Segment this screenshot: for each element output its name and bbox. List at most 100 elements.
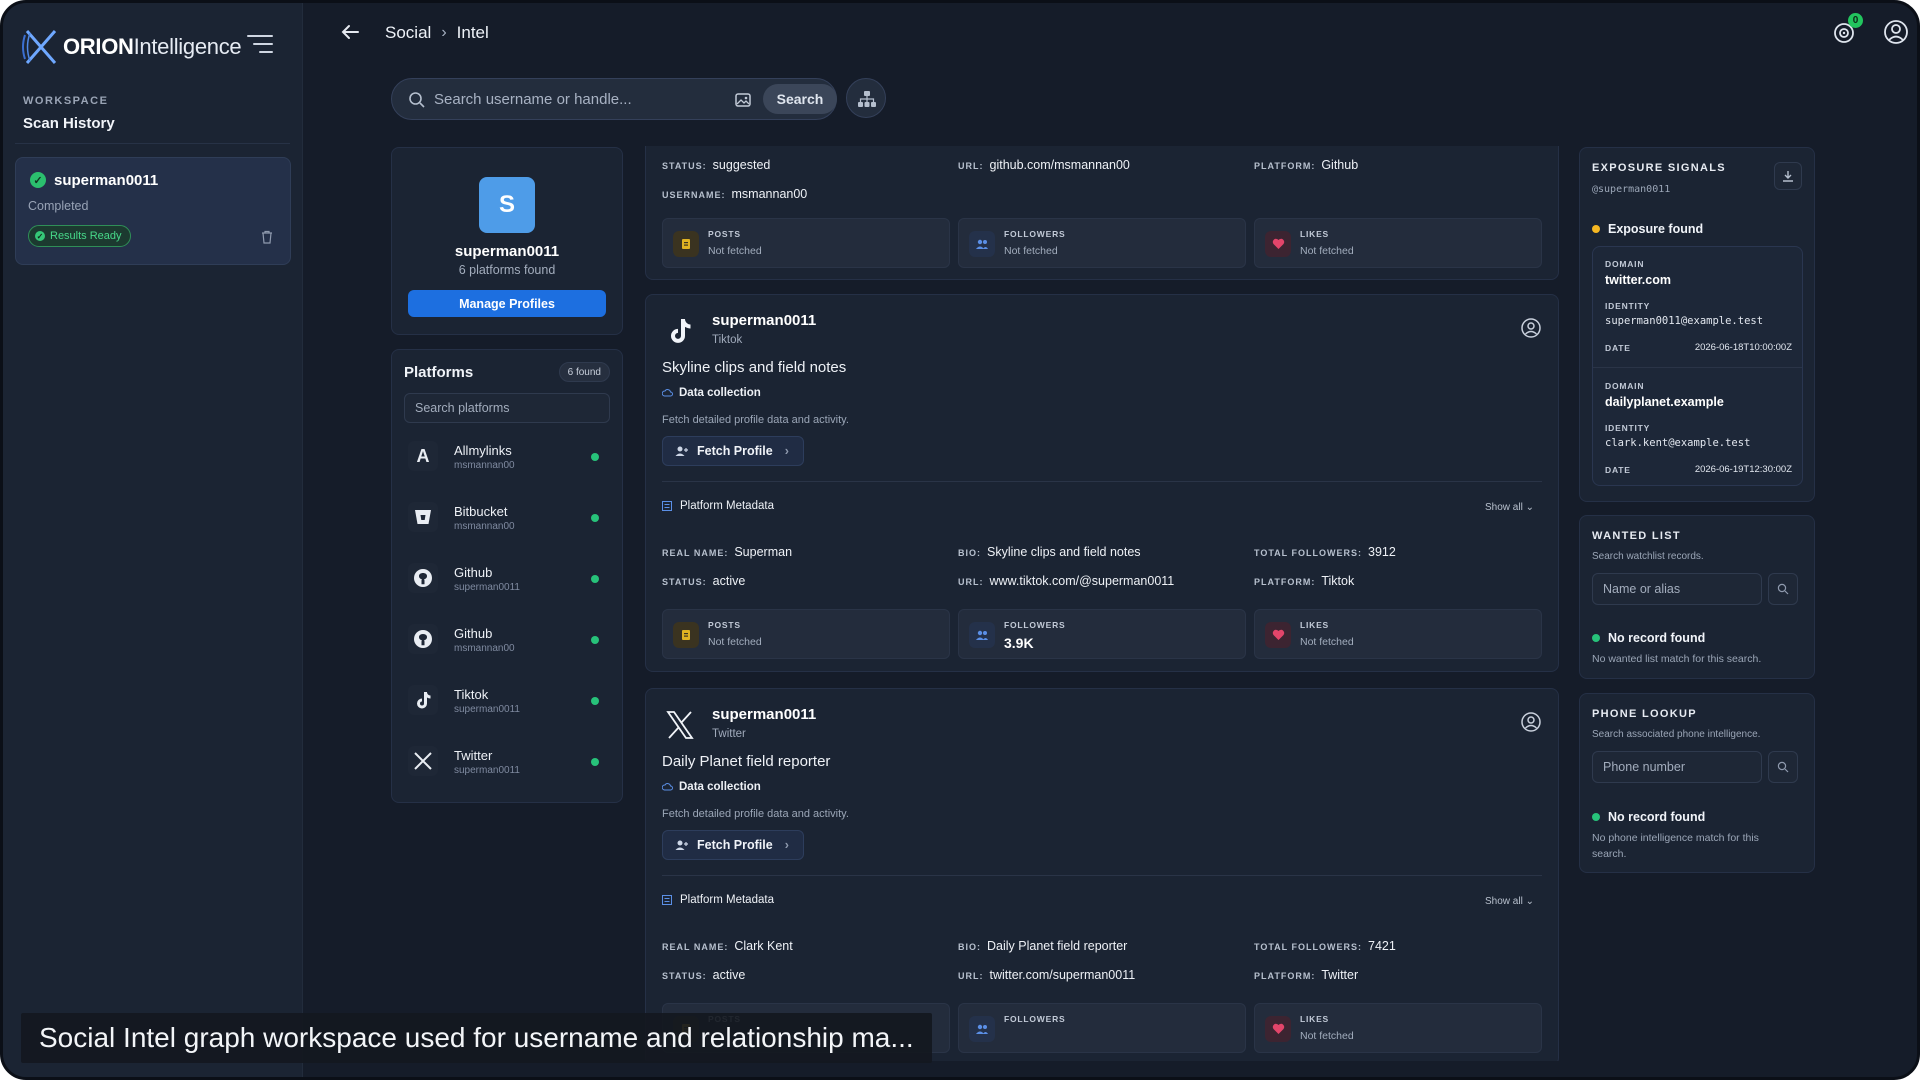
platform-name: Tiktok bbox=[454, 687, 489, 702]
warning-dot bbox=[1592, 225, 1600, 233]
stat-value: Not fetched bbox=[708, 636, 762, 648]
wanted-result-desc: No wanted list match for this search. bbox=[1592, 653, 1762, 665]
platform-name: Twitter bbox=[454, 748, 493, 763]
followers-stat: FOLLOWERS bbox=[958, 1003, 1246, 1053]
likes-stat: LIKES Not fetched bbox=[1254, 609, 1542, 659]
phone-lookup-panel: PHONE LOOKUP Search associated phone int… bbox=[1579, 693, 1815, 873]
platform-search-input[interactable] bbox=[405, 394, 609, 422]
graph-view-button[interactable] bbox=[846, 78, 886, 118]
sidebar: ORIONIntelligence WORKSPACE Scan History… bbox=[3, 3, 303, 1077]
show-all-toggle[interactable]: Show all ⌄ bbox=[1485, 896, 1534, 907]
status-dot bbox=[591, 697, 599, 705]
twitter-icon bbox=[408, 746, 438, 776]
signal-list: DOMAIN twitter.com IDENTITY superman0011… bbox=[1592, 246, 1803, 486]
status-dot bbox=[591, 514, 599, 522]
menu-toggle-icon[interactable] bbox=[247, 35, 273, 57]
data-collection-title: Data collection bbox=[662, 781, 761, 793]
chevron-down-icon: ⌄ bbox=[1525, 896, 1534, 907]
phone-result-desc: No phone intelligence match for this sea… bbox=[1592, 832, 1759, 860]
search-bar: Search bbox=[391, 78, 837, 120]
user-circle-icon[interactable] bbox=[1520, 317, 1542, 339]
tiktok-result-card: superman0011 Tiktok Skyline clips and fiel… bbox=[645, 294, 1559, 672]
avatar: S bbox=[479, 177, 535, 233]
platform-item-bitbucket[interactable]: Bitbucket msmannan00 bbox=[392, 494, 622, 544]
back-arrow-icon[interactable] bbox=[339, 21, 361, 43]
meta-total-followers: TOTAL FOLLOWERS: 7421 bbox=[1254, 939, 1396, 953]
divider bbox=[15, 143, 290, 144]
manage-profiles-button[interactable]: Manage Profiles bbox=[408, 290, 606, 317]
platform-username: superman0011 bbox=[454, 704, 520, 715]
search-button[interactable]: Search bbox=[763, 84, 837, 114]
top-bar: Social › Intel 0 bbox=[303, 3, 1917, 63]
heart-icon bbox=[1265, 1016, 1291, 1042]
domain-label: DOMAIN bbox=[1605, 381, 1645, 391]
date-label: DATE bbox=[1605, 343, 1631, 353]
platform-metadata-title: Platform Metadata bbox=[662, 894, 774, 906]
wanted-subtitle: Search watchlist records. bbox=[1592, 551, 1704, 562]
platform-item-twitter[interactable]: Twitter superman0011 bbox=[392, 738, 622, 788]
divider bbox=[662, 481, 1542, 482]
date-label: DATE bbox=[1605, 465, 1631, 475]
breadcrumb-social[interactable]: Social bbox=[385, 23, 431, 43]
platform-item-github[interactable]: Github superman0011 bbox=[392, 555, 622, 605]
meta-url[interactable]: URL: github.com/msmannan00 bbox=[958, 158, 1130, 172]
meta-url[interactable]: URL: www.tiktok.com/@superman0011 bbox=[958, 574, 1174, 588]
image-search-icon[interactable] bbox=[730, 87, 756, 113]
platform-item-tiktok[interactable]: Tiktok superman0011 bbox=[392, 677, 622, 727]
trash-icon[interactable] bbox=[260, 230, 274, 244]
caption-overlay: Social Intel graph workspace used for us… bbox=[21, 1013, 932, 1063]
card-bio: Daily Planet field reporter bbox=[662, 753, 831, 770]
data-collection-desc: Fetch detailed profile data and activity… bbox=[662, 808, 849, 820]
platform-name: Github bbox=[454, 565, 493, 580]
search-icon bbox=[1777, 583, 1789, 595]
posts-stat: POSTS Not fetched bbox=[662, 218, 950, 268]
signal-item: DOMAIN twitter.com IDENTITY superman0011… bbox=[1593, 247, 1804, 367]
wanted-search-field[interactable] bbox=[1592, 573, 1762, 605]
results-ready-badge: ✓ Results Ready bbox=[28, 225, 131, 247]
results-feed: STATUS: suggested URL: github.com/msmannan… bbox=[645, 146, 1559, 1061]
user-circle-icon[interactable] bbox=[1520, 711, 1542, 733]
exposure-handle: @superman0011 bbox=[1592, 184, 1671, 195]
signal-item: DOMAIN dailyplanet.example IDENTITY clar… bbox=[1593, 367, 1804, 487]
meta-url[interactable]: URL: twitter.com/superman0011 bbox=[958, 968, 1135, 982]
divider bbox=[662, 875, 1542, 876]
cloud-icon bbox=[662, 389, 673, 397]
exposure-signals-panel: EXPOSURE SIGNALS @superman0011 Exposure … bbox=[1579, 147, 1815, 502]
card-username[interactable]: superman0011 bbox=[712, 706, 816, 723]
search-input[interactable] bbox=[434, 79, 724, 119]
list-icon bbox=[662, 895, 672, 905]
brand-logo[interactable]: ORIONIntelligence bbox=[21, 25, 242, 69]
workspace-label: WORKSPACE bbox=[23, 95, 109, 107]
success-dot bbox=[1592, 813, 1600, 821]
phone-subtitle: Search associated phone intelligence. bbox=[1592, 729, 1761, 740]
phone-input[interactable] bbox=[1593, 752, 1761, 782]
workspace-title: Scan History bbox=[23, 115, 115, 132]
wanted-search-button[interactable] bbox=[1768, 573, 1798, 605]
platform-item-allmylinks[interactable]: A Allmylinks msmannan00 bbox=[392, 433, 622, 483]
show-all-toggle[interactable]: Show all ⌄ bbox=[1485, 502, 1534, 513]
chevron-right-icon: › bbox=[784, 838, 789, 852]
status-dot bbox=[591, 575, 599, 583]
fetch-profile-button[interactable]: Fetch Profile › bbox=[662, 830, 804, 860]
platform-username: superman0011 bbox=[454, 765, 520, 776]
fetch-profile-button[interactable]: Fetch Profile › bbox=[662, 436, 804, 466]
scan-history-item[interactable]: ✓ superman0011 Completed ✓ Results Ready bbox=[15, 157, 291, 265]
followers-icon bbox=[969, 231, 995, 257]
stat-value: 3.9K bbox=[1004, 635, 1034, 651]
phone-field[interactable] bbox=[1592, 751, 1762, 783]
status-dot bbox=[591, 453, 599, 461]
download-button[interactable] bbox=[1774, 162, 1802, 190]
followers-icon bbox=[969, 1016, 995, 1042]
wanted-search-input[interactable] bbox=[1593, 574, 1761, 604]
platform-item-github[interactable]: Github msmannan00 bbox=[392, 616, 622, 666]
platform-search-field[interactable] bbox=[404, 393, 610, 423]
stat-label: POSTS bbox=[708, 620, 741, 630]
phone-search-button[interactable] bbox=[1768, 751, 1798, 783]
notifications-button[interactable]: 0 bbox=[1829, 13, 1863, 47]
card-bio: Skyline clips and field notes bbox=[662, 359, 847, 376]
account-button[interactable] bbox=[1881, 17, 1911, 47]
scan-username: superman0011 bbox=[54, 172, 159, 189]
card-username[interactable]: superman0011 bbox=[712, 312, 816, 329]
platform-name: Github bbox=[454, 626, 493, 641]
cloud-icon bbox=[662, 783, 673, 791]
